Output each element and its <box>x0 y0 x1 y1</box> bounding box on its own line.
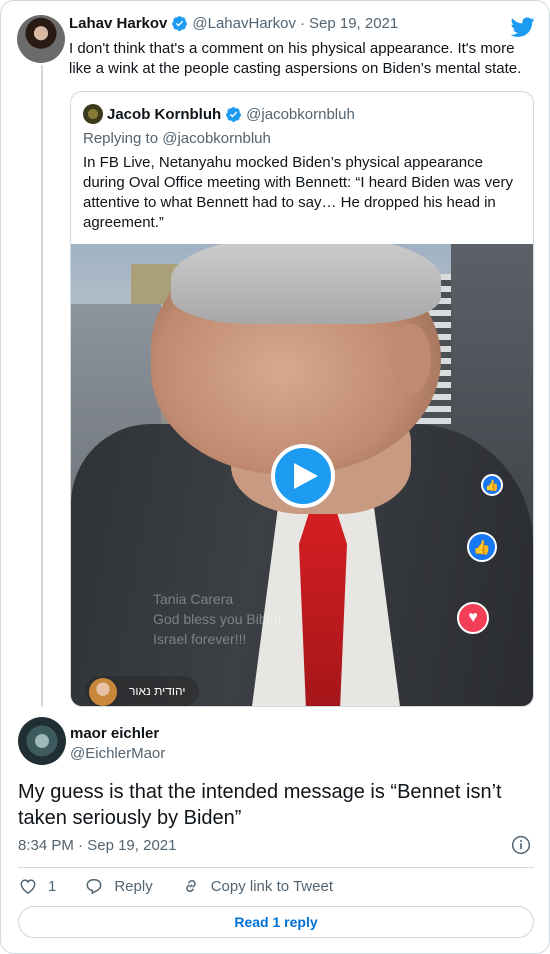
verified-badge-icon <box>172 16 188 31</box>
overlay-comment-line: Israel forever!!! <box>153 631 247 647</box>
reply-label: Reply <box>114 877 153 895</box>
reply-button[interactable]: Reply <box>84 876 153 896</box>
overlay-comment-line: God bless you Bibi!!! <box>153 611 282 627</box>
author-handle[interactable]: @EichlerMaor <box>70 745 165 762</box>
quoted-tweet[interactable]: Jacob Kornbluh @jacobkornbluh Replying t… <box>70 91 534 707</box>
meta-separator: · <box>78 837 84 854</box>
tweet-timestamp[interactable]: 8:34 PM · Sep 19, 2021 <box>18 837 176 854</box>
commenter-avatar <box>89 678 117 706</box>
quoted-tweet-text: In FB Live, Netanyahu mocked Biden’s phy… <box>83 154 513 231</box>
author-name[interactable]: Lahav Harkov <box>69 15 167 32</box>
quoted-tweet-header: Jacob Kornbluh @jacobkornbluh <box>83 104 355 124</box>
video-subject-hair <box>171 244 441 324</box>
like-count: 1 <box>48 877 57 895</box>
divider <box>18 867 534 868</box>
author-handle: @jacobkornbluh <box>246 105 355 123</box>
heart-reaction-icon: ♥ <box>457 602 489 634</box>
like-button[interactable]: 1 <box>18 876 56 896</box>
video-subject-tie <box>299 514 347 706</box>
overlay-comment-author: Tania Carera <box>153 591 234 607</box>
tweet-actions: 1 Reply Copy link to Tweet <box>18 875 361 897</box>
avatar <box>83 104 103 124</box>
like-reaction-icon: 👍 <box>481 474 503 496</box>
play-icon <box>293 463 318 489</box>
copy-link-label: Copy link to Tweet <box>210 877 333 895</box>
play-button[interactable] <box>271 444 335 508</box>
read-replies-button[interactable]: Read 1 reply <box>18 906 534 938</box>
reply-bubble-icon <box>86 879 102 895</box>
author-name: Jacob Kornbluh <box>107 105 222 123</box>
author-handle[interactable]: @LahavHarkov <box>192 15 296 32</box>
tweet-text: I don't think that's a comment on his ph… <box>69 40 522 77</box>
avatar[interactable] <box>17 15 65 63</box>
video-comment-overlay: Tania Carera God bless you Bibi!!! Israe… <box>153 589 281 649</box>
verified-badge-icon <box>226 106 242 122</box>
tweet-embed-card: Lahav Harkov @LahavHarkov · Sep 19, 2021… <box>0 0 550 954</box>
copy-link-button[interactable]: Copy link to Tweet <box>181 876 333 896</box>
meta-separator: · <box>300 15 305 32</box>
video-subject-ear <box>391 324 431 394</box>
tweet-date: Sep 19, 2021 <box>87 837 177 854</box>
reply-tweet-text: My guess is that the intended message is… <box>18 781 502 829</box>
info-icon[interactable] <box>511 835 531 855</box>
tweet-time: 8:34 PM <box>18 837 74 854</box>
parent-tweet-header: Lahav Harkov @LahavHarkov · Sep 19, 2021 <box>69 15 505 32</box>
tweet-date[interactable]: Sep 19, 2021 <box>309 15 398 32</box>
author-name[interactable]: maor eichler <box>70 725 159 742</box>
avatar[interactable] <box>18 717 66 765</box>
heart-icon <box>20 879 36 894</box>
video-player[interactable]: Tania Carera God bless you Bibi!!! Israe… <box>71 244 533 706</box>
thread-connector-line <box>41 65 43 707</box>
like-reaction-icon: 👍 <box>467 532 497 562</box>
link-icon <box>185 879 196 893</box>
replying-to: Replying to @jacobkornbluh <box>83 130 271 147</box>
twitter-bird-icon[interactable] <box>511 15 535 39</box>
